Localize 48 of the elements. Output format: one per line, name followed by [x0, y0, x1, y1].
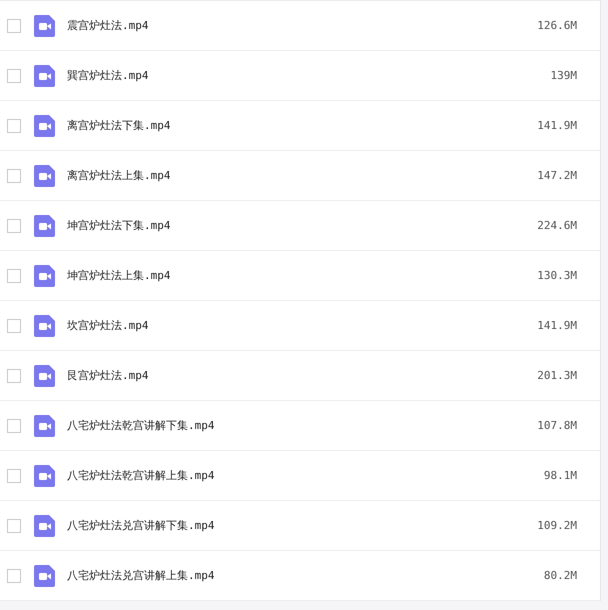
file-size: 126.6M: [537, 19, 577, 32]
video-file-icon: [34, 464, 55, 486]
video-file-icon: [34, 64, 55, 86]
file-size: 109.2M: [537, 519, 577, 532]
checkbox[interactable]: [7, 518, 21, 532]
video-file-icon: [34, 264, 55, 286]
video-file-icon: [34, 214, 55, 236]
checkbox[interactable]: [7, 118, 21, 132]
video-file-icon: [34, 114, 55, 136]
file-size: 107.8M: [537, 419, 577, 432]
file-name[interactable]: 离宫炉灶法上集.mp4: [67, 168, 538, 183]
checkbox[interactable]: [7, 18, 21, 32]
file-name[interactable]: 八宅炉灶法乾宫讲解上集.mp4: [67, 468, 544, 483]
checkbox[interactable]: [7, 468, 21, 482]
file-size: 130.3M: [537, 269, 577, 282]
file-size: 80.2M: [544, 569, 577, 582]
checkbox[interactable]: [7, 368, 21, 382]
file-name[interactable]: 震宫炉灶法.mp4: [67, 18, 538, 33]
file-name[interactable]: 艮宫炉灶法.mp4: [67, 368, 538, 383]
video-file-icon: [34, 514, 55, 536]
video-file-icon: [34, 364, 55, 386]
checkbox[interactable]: [7, 318, 21, 332]
video-file-icon: [34, 414, 55, 436]
file-size: 141.9M: [537, 319, 577, 332]
file-name[interactable]: 离宫炉灶法下集.mp4: [67, 118, 538, 133]
file-size: 139M: [550, 69, 577, 82]
checkbox[interactable]: [7, 418, 21, 432]
file-size: 201.3M: [537, 369, 577, 382]
checkbox[interactable]: [7, 168, 21, 182]
file-name[interactable]: 坎宫炉灶法.mp4: [67, 318, 538, 333]
checkbox[interactable]: [7, 268, 21, 282]
file-size: 147.2M: [537, 169, 577, 182]
video-file-icon: [34, 164, 55, 186]
video-file-icon: [34, 314, 55, 336]
checkbox[interactable]: [7, 68, 21, 82]
file-name[interactable]: 坤宫炉灶法下集.mp4: [67, 218, 538, 233]
file-name[interactable]: 坤宫炉灶法上集.mp4: [67, 268, 538, 283]
file-size: 141.9M: [537, 119, 577, 132]
file-name[interactable]: 巽宫炉灶法.mp4: [67, 68, 550, 83]
file-name[interactable]: 八宅炉灶法兑宫讲解上集.mp4: [67, 568, 544, 583]
video-file-icon: [34, 564, 55, 586]
checkbox[interactable]: [7, 218, 21, 232]
file-name[interactable]: 八宅炉灶法兑宫讲解下集.mp4: [67, 518, 538, 533]
file-name[interactable]: 八宅炉灶法乾宫讲解下集.mp4: [67, 418, 538, 433]
checkbox[interactable]: [7, 568, 21, 582]
file-size: 224.6M: [537, 219, 577, 232]
file-size: 98.1M: [544, 469, 577, 482]
video-file-icon: [34, 14, 55, 36]
